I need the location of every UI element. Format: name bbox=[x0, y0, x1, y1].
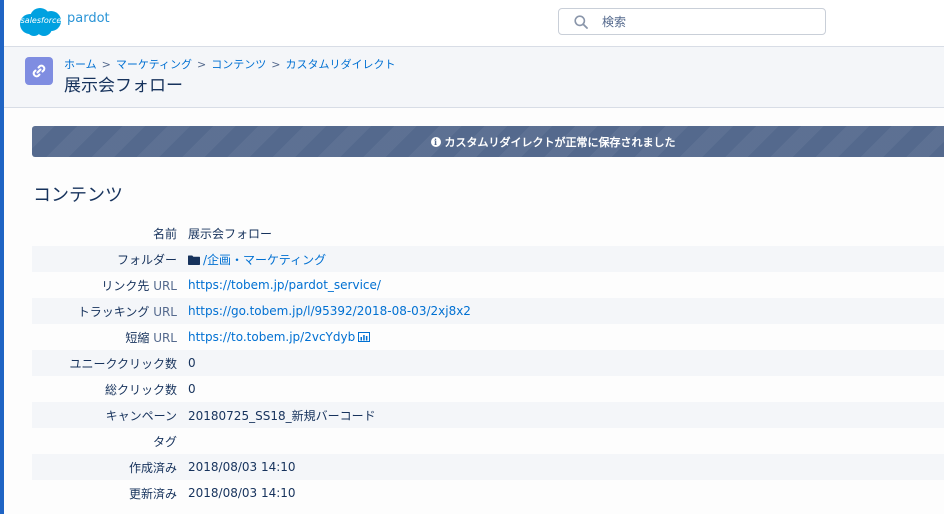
detail-label: 短縮 URL bbox=[125, 330, 177, 345]
detail-label: 総クリック数 bbox=[104, 382, 177, 397]
detail-value bbox=[188, 428, 944, 454]
detail-row-updated: 更新済み 2018/08/03 14:10 bbox=[32, 480, 944, 506]
search-input[interactable] bbox=[602, 14, 802, 29]
detail-row-folder: フォルダー /企画・マーケティング bbox=[32, 246, 944, 272]
search-icon bbox=[574, 14, 588, 29]
detail-row-name: 名前 展示会フォロー bbox=[32, 220, 944, 246]
detail-value: 2018/08/03 14:10 bbox=[188, 486, 296, 500]
detail-label: 名前 bbox=[152, 226, 177, 241]
global-search[interactable] bbox=[558, 8, 826, 35]
breadcrumb-separator: > bbox=[271, 58, 281, 71]
detail-value: 0 bbox=[188, 382, 196, 396]
tracking-url-link[interactable]: https://go.tobem.jp/l/95392/2018-08-03/2… bbox=[188, 304, 471, 318]
salesforce-pardot-logo[interactable]: salesforce pardot bbox=[18, 7, 110, 37]
breadcrumb-separator: > bbox=[197, 58, 207, 71]
detail-row-campaign: キャンペーン 20180725_SS18_新規バーコード bbox=[32, 402, 944, 428]
detail-row-tags: タグ bbox=[32, 428, 944, 454]
top-bar: salesforce pardot bbox=[4, 0, 944, 47]
detail-row-unique-clicks: ユニーククリック数 0 bbox=[32, 350, 944, 376]
page-header: ホーム > マーケティング > コンテンツ > カスタムリダイレクト 展示会フォロー bbox=[4, 47, 944, 108]
detail-label: キャンペーン bbox=[105, 408, 177, 423]
folder-icon bbox=[188, 255, 200, 265]
detail-label: 更新済み bbox=[128, 486, 177, 501]
breadcrumb-separator: > bbox=[101, 58, 111, 71]
destination-url-link[interactable]: https://tobem.jp/pardot_service/ bbox=[188, 278, 381, 292]
detail-value: 展示会フォロー bbox=[188, 226, 273, 241]
detail-label: ユニーククリック数 bbox=[69, 356, 177, 371]
detail-value: 0 bbox=[188, 356, 196, 370]
detail-value: 20180725_SS18_新規バーコード bbox=[188, 408, 376, 423]
banner-message: カスタムリダイレクトが正常に保存されました bbox=[444, 135, 676, 149]
salesforce-cloud-icon: salesforce bbox=[18, 7, 64, 37]
short-url-link[interactable]: https://to.tobem.jp/2vcYdyb bbox=[188, 330, 355, 344]
success-banner: i カスタムリダイレクトが正常に保存されました bbox=[32, 126, 944, 157]
breadcrumb-marketing[interactable]: マーケティング bbox=[116, 58, 192, 71]
detail-label: 作成済み bbox=[128, 460, 177, 475]
detail-row-destination-url: リンク先 URL https://tobem.jp/pardot_service… bbox=[32, 272, 944, 298]
section-title: コンテンツ bbox=[33, 185, 123, 206]
breadcrumb-content[interactable]: コンテンツ bbox=[211, 58, 266, 71]
link-icon bbox=[25, 57, 53, 85]
detail-label: リンク先 URL bbox=[101, 278, 177, 293]
detail-label: フォルダー bbox=[116, 252, 177, 267]
info-icon: i bbox=[430, 136, 441, 147]
detail-row-short-url: 短縮 URL https://to.tobem.jp/2vcYdyb bbox=[32, 324, 944, 350]
detail-label: タグ bbox=[152, 434, 177, 449]
logo-salesforce-text: salesforce bbox=[20, 16, 62, 25]
detail-row-tracking-url: トラッキング URL https://go.tobem.jp/l/95392/2… bbox=[32, 298, 944, 324]
bar-chart-icon[interactable] bbox=[358, 332, 371, 342]
logo-pardot-text: pardot bbox=[67, 10, 110, 26]
detail-row-total-clicks: 総クリック数 0 bbox=[32, 376, 944, 402]
page-title: 展示会フォロー bbox=[64, 76, 183, 96]
breadcrumb: ホーム > マーケティング > コンテンツ > カスタムリダイレクト bbox=[64, 56, 395, 72]
detail-label: トラッキング URL bbox=[77, 304, 177, 319]
detail-row-created: 作成済み 2018/08/03 14:10 bbox=[32, 454, 944, 480]
folder-link[interactable]: /企画・マーケティング bbox=[203, 253, 326, 267]
detail-value: 2018/08/03 14:10 bbox=[188, 460, 296, 474]
main-content: i カスタムリダイレクトが正常に保存されました コンテンツ 名前 展示会フォロー… bbox=[4, 108, 944, 514]
details-table: 名前 展示会フォロー フォルダー /企画・マーケティング リンク先 URL ht… bbox=[32, 220, 944, 506]
breadcrumb-custom-redirects[interactable]: カスタムリダイレクト bbox=[285, 58, 395, 71]
breadcrumb-home[interactable]: ホーム bbox=[64, 58, 97, 71]
